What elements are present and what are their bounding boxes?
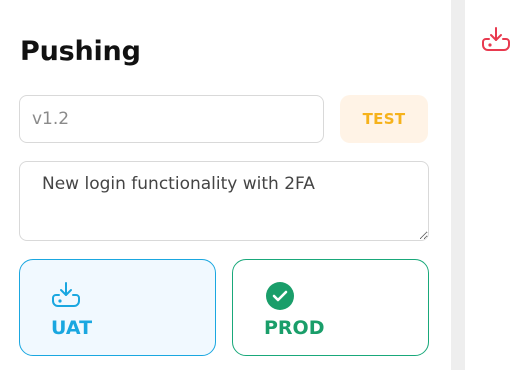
panel-divider [451, 0, 465, 370]
check-circle-icon [266, 282, 294, 310]
version-input[interactable] [19, 95, 324, 143]
env-card-uat[interactable]: UAT [19, 259, 216, 356]
download-cloud-icon[interactable] [481, 26, 511, 54]
panel-title: Pushing [20, 36, 141, 67]
env-card-prod[interactable]: PROD [232, 259, 429, 356]
env-card-prod-label: PROD [264, 317, 325, 339]
download-cloud-icon [52, 282, 80, 307]
page: Pushing TEST New login functionality wit… [0, 0, 524, 370]
current-env-badge: TEST [340, 95, 428, 143]
release-notes-textarea[interactable]: New login functionality with 2FA [19, 161, 429, 241]
pushing-panel: Pushing TEST New login functionality wit… [0, 0, 450, 370]
env-card-uat-label: UAT [51, 317, 93, 339]
